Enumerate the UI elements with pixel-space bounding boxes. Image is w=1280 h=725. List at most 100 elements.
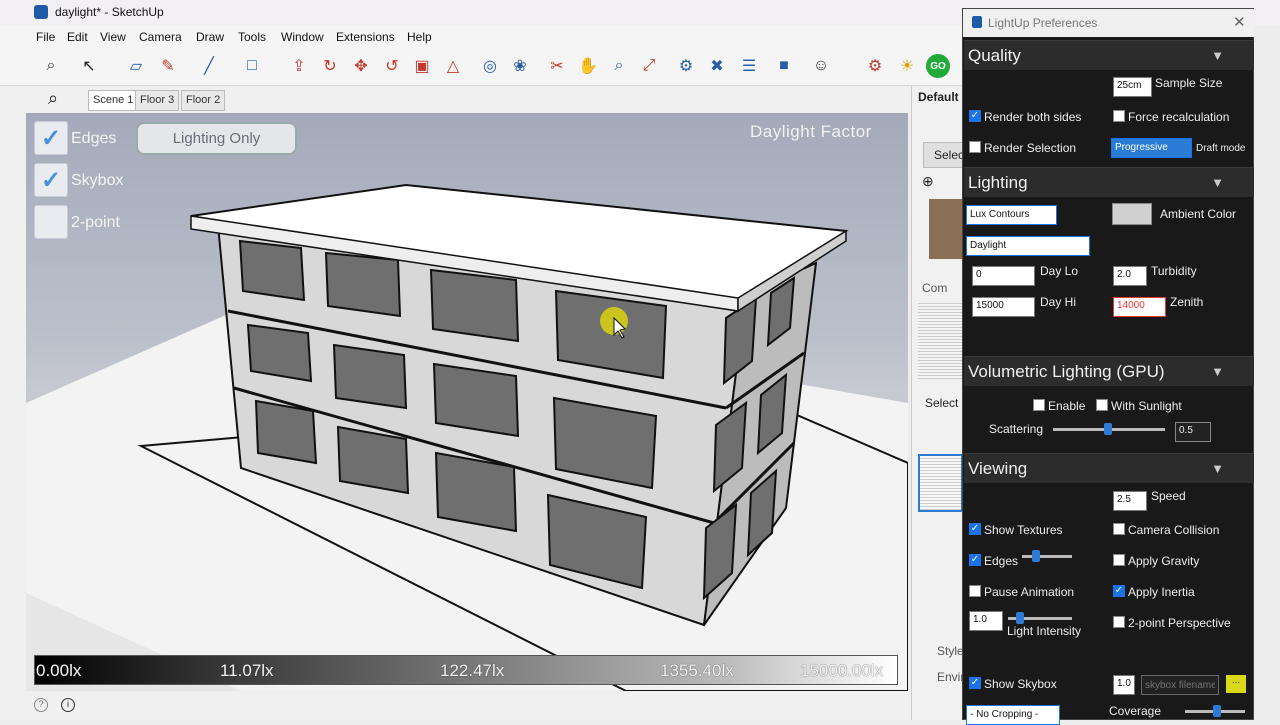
- lightup-icon[interactable]: ⚙: [864, 55, 886, 77]
- coverage-slider-knob[interactable]: [1213, 705, 1221, 717]
- skybox-scale-input[interactable]: 1.0: [1113, 675, 1135, 695]
- show-skybox-checkbox[interactable]: ✓: [969, 677, 981, 689]
- cropping-select[interactable]: - No Cropping -: [966, 705, 1060, 725]
- orbit-icon[interactable]: ✋: [577, 55, 599, 77]
- viewing-section-header[interactable]: Viewing ▼: [964, 453, 1254, 483]
- eraser-icon[interactable]: ▱: [125, 55, 147, 77]
- volumetric-enable-checkbox[interactable]: [1033, 399, 1045, 411]
- tray-select-tab[interactable]: Selec: [923, 142, 964, 168]
- tray-select2-label[interactable]: Select: [925, 396, 958, 410]
- day-hi-input[interactable]: 15000: [972, 297, 1035, 317]
- zenith-input[interactable]: 14000: [1113, 297, 1166, 317]
- menu-window[interactable]: Window: [281, 30, 324, 44]
- move-icon[interactable]: ✥: [350, 55, 372, 77]
- material-thumbnail[interactable]: [929, 199, 966, 259]
- tray-add-icon[interactable]: ⊕: [922, 173, 934, 190]
- tab-floor-2[interactable]: Floor 2: [181, 90, 226, 111]
- apply-gravity-checkbox[interactable]: [1113, 554, 1125, 566]
- show-textures-checkbox[interactable]: ✓: [969, 523, 981, 535]
- zoomextents-icon[interactable]: ⤢: [638, 55, 660, 77]
- info-icon[interactable]: i: [61, 698, 75, 712]
- tray-components-label[interactable]: Com: [922, 281, 947, 295]
- tape-icon[interactable]: ◎: [479, 55, 501, 77]
- day-lo-input[interactable]: 0: [972, 266, 1035, 286]
- volumetric-section-header[interactable]: Volumetric Lighting (GPU) ▼: [964, 356, 1254, 386]
- close-icon[interactable]: ✕: [1233, 13, 1246, 31]
- ambient-color-swatch[interactable]: [1112, 203, 1152, 225]
- light-intensity-input[interactable]: 1.0: [969, 611, 1003, 631]
- quality-section-header[interactable]: Quality ▼: [964, 40, 1254, 70]
- turbidity-input[interactable]: 2.0: [1113, 266, 1147, 286]
- viewport[interactable]: [26, 113, 908, 691]
- edges-slider[interactable]: [1022, 555, 1072, 558]
- tray-environment-label[interactable]: Envir: [937, 670, 964, 684]
- skybox-filename-input[interactable]: [1141, 675, 1219, 695]
- menu-file[interactable]: File: [36, 30, 55, 44]
- collapse-arrow-icon[interactable]: ▼: [1211, 48, 1224, 63]
- components-icon[interactable]: ✖: [706, 55, 728, 77]
- pencil-icon[interactable]: ✎: [157, 55, 179, 77]
- menu-camera[interactable]: Camera: [139, 30, 182, 44]
- with-sunlight-checkbox[interactable]: [1096, 399, 1108, 411]
- render-both-sides-checkbox[interactable]: ✓: [969, 110, 981, 122]
- style-thumb[interactable]: [918, 454, 963, 512]
- lighting-section-header[interactable]: Lighting ▼: [964, 167, 1254, 197]
- skybox-checkbox[interactable]: ✓: [34, 163, 68, 197]
- menu-draw[interactable]: Draw: [196, 30, 224, 44]
- followme-icon[interactable]: ↻: [319, 55, 341, 77]
- go-button[interactable]: GO: [926, 54, 950, 78]
- tray-styles-label[interactable]: Style: [937, 644, 964, 658]
- edges-slider-knob[interactable]: [1032, 550, 1040, 562]
- shape-icon[interactable]: □: [241, 55, 263, 77]
- speed-input[interactable]: 2.5: [1113, 491, 1147, 511]
- edges-panel-checkbox[interactable]: ✓: [969, 554, 981, 566]
- bulb-icon[interactable]: ☀: [896, 55, 918, 77]
- light-intensity-label: Light Intensity: [1007, 624, 1082, 638]
- apply-inertia-checkbox[interactable]: ✓: [1113, 585, 1125, 597]
- rotate-icon[interactable]: ↺: [381, 55, 403, 77]
- scale-icon[interactable]: ▣: [411, 55, 433, 77]
- menu-help[interactable]: Help: [407, 30, 432, 44]
- sample-size-input[interactable]: 25cm: [1113, 77, 1152, 97]
- legend-label-2: 122.47lx: [440, 661, 505, 680]
- camera-collision-checkbox[interactable]: [1113, 523, 1125, 535]
- pause-animation-checkbox[interactable]: [969, 585, 981, 597]
- section-icon[interactable]: ✂: [546, 55, 568, 77]
- browse-skybox-button[interactable]: ...: [1226, 675, 1246, 693]
- light-intensity-slider-knob[interactable]: [1016, 612, 1024, 624]
- lighting-only-button[interactable]: Lighting Only: [136, 122, 297, 155]
- menu-extensions[interactable]: Extensions: [336, 30, 395, 44]
- paint-icon[interactable]: ❀: [509, 55, 531, 77]
- two-point-checkbox[interactable]: [34, 205, 68, 239]
- collapse-arrow-icon[interactable]: ▼: [1211, 175, 1224, 190]
- tab-floor-3[interactable]: Floor 3: [135, 90, 180, 111]
- collapse-arrow-icon[interactable]: ▼: [1211, 461, 1224, 476]
- account-icon[interactable]: ☺: [810, 55, 832, 77]
- scattering-input[interactable]: 0.5: [1175, 422, 1211, 442]
- force-recalculation-checkbox[interactable]: [1113, 110, 1125, 122]
- two-point-perspective-checkbox[interactable]: [1113, 616, 1125, 628]
- select-icon[interactable]: ↖: [78, 55, 100, 77]
- sky-type-select[interactable]: Daylight: [966, 236, 1090, 256]
- tab-scene-1[interactable]: Scene 1: [88, 90, 139, 111]
- layers-icon[interactable]: ☰: [738, 55, 760, 77]
- render-selection-checkbox[interactable]: [969, 141, 981, 153]
- menu-tools[interactable]: Tools: [238, 30, 266, 44]
- geo-location-icon[interactable]: ?: [34, 698, 48, 712]
- contour-mode-select[interactable]: Lux Contours: [966, 205, 1057, 225]
- search-icon[interactable]: ⌕: [40, 55, 62, 77]
- line-icon[interactable]: ╱: [198, 55, 220, 77]
- render-mode-select[interactable]: Progressive: [1111, 138, 1192, 158]
- scattering-slider-knob[interactable]: [1104, 423, 1112, 435]
- collapse-arrow-icon[interactable]: ▼: [1211, 364, 1224, 379]
- scene-search-icon[interactable]: ⌕: [48, 88, 58, 109]
- warehouse-icon[interactable]: ⚙: [675, 55, 697, 77]
- menu-edit[interactable]: Edit: [67, 30, 88, 44]
- component-thumb[interactable]: [918, 303, 963, 379]
- pushpull-icon[interactable]: ⇪: [288, 55, 310, 77]
- menu-view[interactable]: View: [100, 30, 126, 44]
- zoom-icon[interactable]: ⌕: [608, 55, 630, 77]
- offset-icon[interactable]: △: [442, 55, 464, 77]
- extension-icon[interactable]: ■: [773, 55, 795, 77]
- edges-checkbox[interactable]: ✓: [34, 121, 68, 155]
